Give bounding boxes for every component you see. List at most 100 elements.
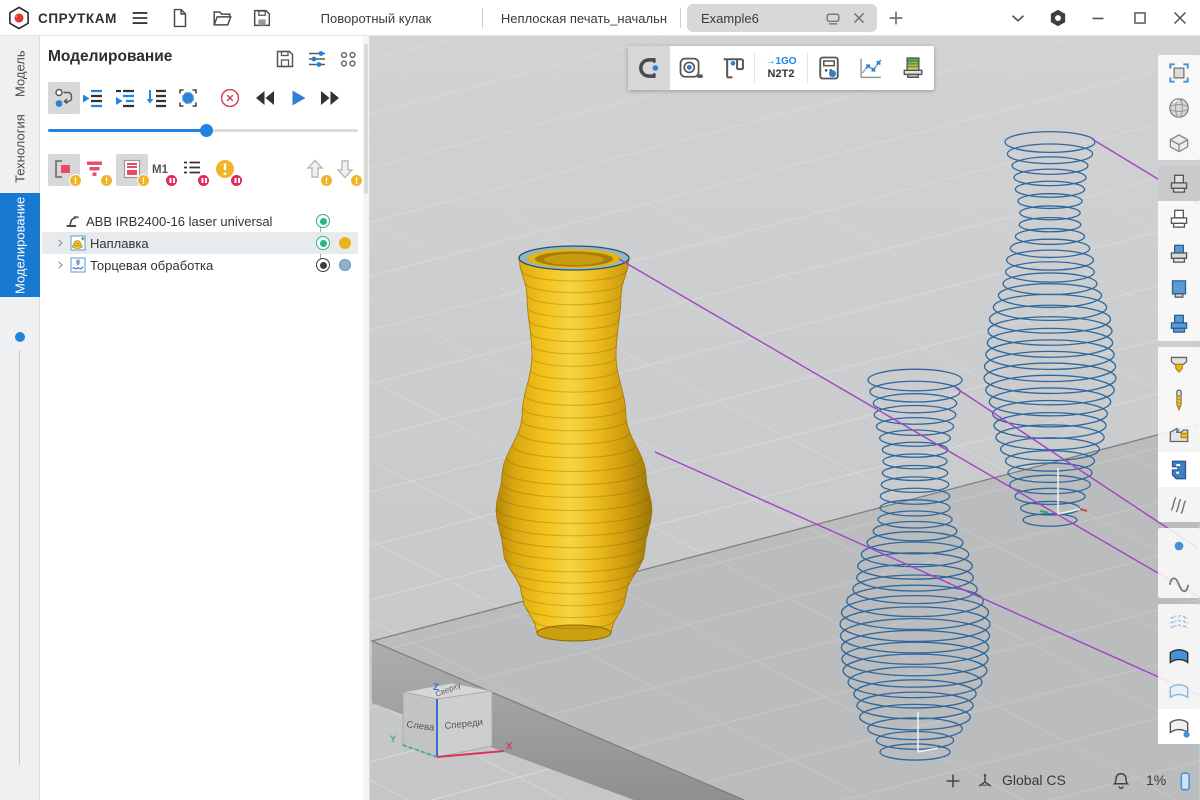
rail-slider-track <box>19 350 20 765</box>
viewport-3d: Сверху Слева Спереди Z X Y →1GO N2T2 <box>370 36 1200 800</box>
add-cs-button[interactable] <box>940 768 966 794</box>
tree-item-machine[interactable]: ABB IRB2400-16 laser universal <box>42 210 358 232</box>
display-surface-transparent-button[interactable] <box>1158 674 1200 709</box>
project-tab-2[interactable]: Неплоская печать_начальн <box>494 0 674 36</box>
display-machine-button[interactable] <box>1158 452 1200 487</box>
maximize-button[interactable] <box>1126 4 1154 32</box>
open-folder-icon <box>211 7 233 29</box>
display-tool-button[interactable] <box>1158 382 1200 417</box>
display-stock-button[interactable] <box>1158 271 1200 306</box>
open-project-button[interactable] <box>208 4 236 32</box>
stock-box-button[interactable] <box>1158 125 1200 160</box>
tree-item-operation-cladding[interactable]: Наплавка <box>42 232 358 254</box>
display-toolpath-button[interactable] <box>1158 487 1200 522</box>
point-icon <box>1166 533 1192 559</box>
chevron-down-icon <box>1007 7 1029 29</box>
x-axis-label: X <box>506 741 513 752</box>
display-points-button[interactable] <box>1158 528 1200 563</box>
z-axis-label: Z <box>433 682 439 693</box>
gcode-view-button[interactable]: →1GO N2T2 <box>755 46 807 90</box>
sphere-icon <box>1166 95 1192 121</box>
save-project-button[interactable] <box>248 4 276 32</box>
tab-simulation[interactable]: Моделирование <box>0 193 40 297</box>
viewport-status-bar: Global CS 1% <box>370 768 1200 796</box>
print-3d-button[interactable] <box>892 46 934 90</box>
visibility-indicator[interactable] <box>316 258 330 272</box>
window-menu-chevron[interactable] <box>1004 4 1032 32</box>
facing-operation-icon <box>70 257 86 273</box>
expand-chevron-icon[interactable] <box>54 237 66 249</box>
graphs-button[interactable] <box>850 46 892 90</box>
display-fixture-button[interactable] <box>1158 236 1200 271</box>
bell-icon <box>1110 770 1132 792</box>
viewport-toolbar: →1GO N2T2 <box>628 46 934 90</box>
display-surface-edges-button[interactable] <box>1158 709 1200 744</box>
machine-blue-icon <box>1166 457 1192 483</box>
new-project-button[interactable] <box>166 4 194 32</box>
display-tool-holder-button[interactable] <box>1158 347 1200 382</box>
main-menu-button[interactable] <box>126 4 154 32</box>
display-result-button[interactable] <box>1158 306 1200 341</box>
calculator-button[interactable] <box>808 46 850 90</box>
notifications-button[interactable] <box>1108 768 1134 794</box>
part-blue-gray-icon <box>1166 241 1192 267</box>
gear-icon <box>1047 7 1069 29</box>
progress-percent: 1% <box>1146 772 1166 788</box>
progress-battery-button[interactable] <box>1172 768 1198 794</box>
close-window-button[interactable] <box>1166 4 1194 32</box>
view-sphere-button[interactable] <box>1158 90 1200 125</box>
printer-3d-icon <box>899 54 927 82</box>
simulation-screen-icon[interactable] <box>823 8 843 28</box>
scrollbar-thumb[interactable] <box>364 44 368 194</box>
visibility-indicator[interactable] <box>316 236 330 250</box>
display-part-button[interactable] <box>1158 166 1200 201</box>
viewport-3d-scene[interactable]: Сверху Слева Спереди Z X Y <box>370 36 1200 800</box>
minimize-icon <box>1087 7 1109 29</box>
app-logo-icon <box>6 5 32 31</box>
tab-model[interactable]: Модель <box>0 46 40 102</box>
display-surface-shaded-button[interactable] <box>1158 639 1200 674</box>
part-blue-stack-icon <box>1166 311 1192 337</box>
drill-bit-icon <box>1166 387 1192 413</box>
plus-icon <box>885 7 907 29</box>
magnet-icon <box>635 54 663 82</box>
part-gray-icon <box>1166 171 1192 197</box>
cs-label[interactable]: Global CS <box>1002 772 1066 788</box>
curve-wave-icon <box>1166 568 1192 594</box>
snap-magnet-button[interactable] <box>628 46 670 90</box>
y-axis-label: Y <box>390 734 397 745</box>
plus-icon <box>942 770 964 792</box>
operations-tree: ABB IRB2400-16 laser universal Наплавка … <box>40 36 364 800</box>
display-curves-button[interactable] <box>1158 563 1200 598</box>
stock-box-icon <box>1166 130 1192 156</box>
tab-separator <box>482 8 483 28</box>
panel-scrollbar[interactable] <box>363 36 369 800</box>
visibility-indicator[interactable] <box>316 214 330 228</box>
part-blue-square-icon <box>1166 276 1192 302</box>
settings-gear-button[interactable] <box>1044 4 1072 32</box>
close-tab-icon[interactable] <box>849 8 869 28</box>
display-mesh-button[interactable] <box>1158 604 1200 639</box>
tape-measure-icon <box>677 54 705 82</box>
display-workpiece-button[interactable] <box>1158 201 1200 236</box>
status-dot-yellow <box>339 237 351 249</box>
coordinate-system-button[interactable] <box>972 768 998 794</box>
maximize-icon <box>1129 7 1151 29</box>
calculator-icon <box>815 54 843 82</box>
hamburger-icon <box>129 7 151 29</box>
display-machine-head-button[interactable] <box>1158 417 1200 452</box>
project-tab-active[interactable]: Example6 <box>687 4 877 32</box>
minimize-button[interactable] <box>1084 4 1112 32</box>
measure-tape-button[interactable] <box>670 46 712 90</box>
select-frame-button[interactable] <box>1158 55 1200 90</box>
tab-technology[interactable]: Технология <box>0 112 40 186</box>
expand-chevron-icon[interactable] <box>54 259 66 271</box>
rail-slider-handle[interactable] <box>15 332 25 342</box>
caliper-button[interactable] <box>712 46 754 90</box>
caliper-icon <box>719 54 747 82</box>
close-icon <box>1169 7 1191 29</box>
app-name: СПРУТКАМ <box>38 0 117 36</box>
project-tab-1[interactable]: Поворотный кулак <box>292 0 460 36</box>
new-tab-button[interactable] <box>882 4 910 32</box>
tree-item-operation-facing[interactable]: Торцевая обработка <box>42 254 358 276</box>
